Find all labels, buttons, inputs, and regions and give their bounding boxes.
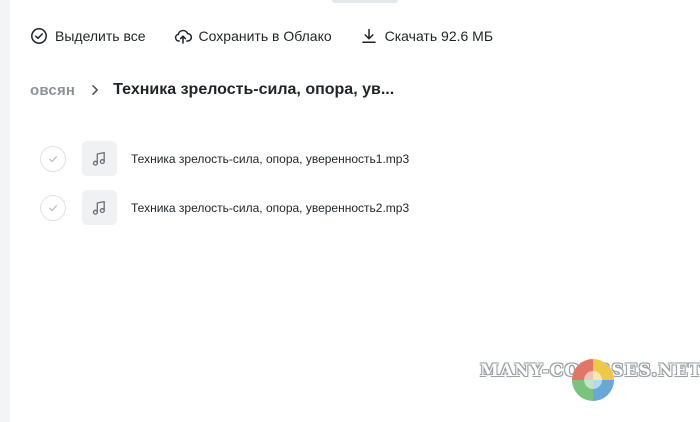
file-browser-panel: Выделить все Сохранить в Облако Скачать … [10,0,700,422]
check-icon [49,204,57,211]
save-to-cloud-label: Сохранить в Облако [198,28,332,44]
file-thumbnail [82,190,117,225]
check-icon [49,155,57,162]
chevron-right-icon [92,85,99,95]
file-name[interactable]: Техника зрелость-сила, опора, уверенност… [131,201,409,215]
download-button[interactable]: Скачать 92.6 МБ [360,24,493,48]
save-to-cloud-button[interactable]: Сохранить в Облако [174,24,332,48]
file-list: Техника зрелость-сила, опора, уверенност… [40,134,660,232]
download-icon [361,28,376,43]
top-tab-edge [332,0,398,3]
file-thumbnail [82,141,117,176]
file-select-checkbox[interactable] [40,194,66,221]
file-row[interactable]: Техника зрелость-сила, опора, уверенност… [40,183,660,232]
file-name[interactable]: Техника зрелость-сила, опора, уверенност… [131,152,409,166]
select-all-label: Выделить все [55,28,146,44]
select-all-button[interactable]: Выделить все [30,24,146,48]
breadcrumb-root-link[interactable]: овсян [30,82,75,99]
toolbar: Выделить все Сохранить в Облако Скачать … [30,24,521,48]
music-note-icon [92,200,105,215]
breadcrumb-current-folder: Техника зрелость-сила, опора, ув... [113,81,395,98]
file-row[interactable]: Техника зрелость-сила, опора, уверенност… [40,134,660,183]
download-label: Скачать 92.6 МБ [384,28,494,44]
file-select-checkbox[interactable] [40,145,66,172]
breadcrumb: овсян Техника зрелость-сила, опора, ув..… [30,78,394,102]
check-circle-icon [31,28,47,44]
music-note-icon [92,151,105,166]
watermark-ball-logo [572,359,614,401]
cloud-upload-icon [174,29,192,44]
watermark: MANY-COURSES.NET [480,359,700,401]
